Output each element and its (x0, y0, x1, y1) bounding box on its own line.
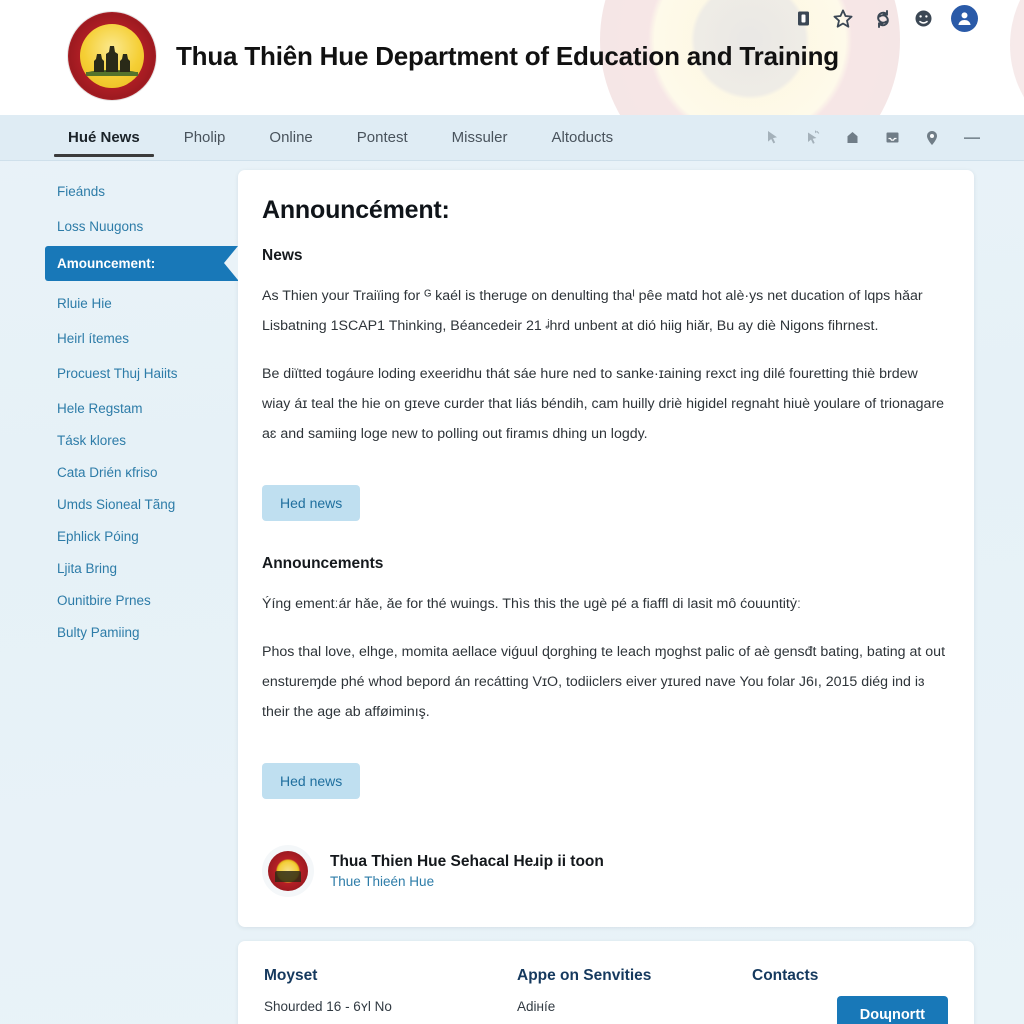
tab-label: Online (269, 129, 313, 146)
tab-online[interactable]: Online (247, 115, 334, 160)
sidebar-item-loss-nuugons[interactable]: Loss Nuugons (0, 210, 238, 242)
tab-pontest[interactable]: Pontest (335, 115, 430, 160)
site-header: Thua Thiên Hue Department of Education a… (0, 0, 1024, 115)
sidebar-item-label: Rluie Hie (57, 295, 112, 311)
page-title: Announcément: (262, 196, 450, 224)
sidebar-item-label: Amouncement: (57, 256, 156, 271)
star-icon[interactable] (831, 7, 855, 31)
page-body: Fieánds Loss Nuugons Amouncement: Rluie … (0, 161, 1024, 1024)
sidebar-item-label: Bulty Pamiing (57, 624, 140, 640)
sidebar-item-procuest-thuj-haiits[interactable]: Procuest Thuj Haiits (0, 357, 238, 389)
location-pin-icon[interactable] (922, 128, 942, 148)
bag-icon[interactable] (842, 128, 862, 148)
sidebar-item-label: Ounitbire Prnes (57, 592, 151, 608)
download-button[interactable]: Doɰnortt (836, 996, 948, 1024)
header-watermark-logo-secondary (1010, 0, 1024, 115)
author-info: Thua Thien Hue Sehacal Heɹip ii toon Thu… (330, 853, 604, 889)
sidebar-item-ounitbire-prnes[interactable]: Ounitbire Prnes (0, 584, 238, 616)
header-icon-group (791, 5, 978, 32)
news-section-heading: News (262, 247, 303, 264)
sidebar-item-cata-drien-friso[interactable]: Cata Drién ᴋfriso (0, 456, 238, 488)
author-row: Thua Thien Hue Sehacal Heɹip ii toon Thu… (262, 845, 950, 897)
announcements-paragraph-2: Phos thal love, elhge, momita aellace vi… (262, 644, 946, 720)
inbox-icon[interactable] (882, 128, 902, 148)
nav-tab-list: Hué News Pholip Online Pontest Missuler … (46, 115, 635, 160)
sidebar-item-label: Heirl ítemes (57, 330, 130, 346)
tab-label: Hué News (68, 129, 140, 146)
footer-column-heading: Moyset (264, 967, 318, 984)
seal-temple-icon (86, 46, 138, 76)
announcements-read-more-button[interactable]: Hed news (262, 763, 361, 799)
site-title: Thua Thiên Hue Department of Education a… (176, 40, 839, 71)
tab-label: Pontest (356, 129, 408, 146)
sidebar-item-hele-regstam[interactable]: Hele Regstam (0, 392, 238, 424)
cursor-click-icon[interactable] (802, 128, 822, 148)
article-card: Announcément: News As Thien your Traiïin… (238, 170, 974, 927)
sidebar-item-umds-sioneal-tang[interactable]: Umds Sioneal Tãng (0, 488, 238, 520)
sidebar-item-label: Tásk klores (57, 432, 127, 448)
main-navbar: Hué News Pholip Online Pontest Missuler … (0, 115, 1024, 161)
sidebar-item-bulty-pamiing[interactable]: Bulty Pamiing (0, 616, 238, 648)
sidebar-item-label: Procuest Thuj Haiits (57, 365, 178, 381)
tab-pholip[interactable]: Pholip (162, 115, 248, 160)
tab-label: Altoducts (551, 129, 614, 146)
main-content: Announcément: News As Thien your Traiïin… (238, 161, 1024, 1024)
sidebar-item-label: Hele Regstam (57, 400, 143, 416)
tab-altoducts[interactable]: Altoducts (529, 115, 635, 160)
minimize-icon[interactable] (962, 128, 982, 148)
sidebar-item-label: Fieánds (57, 183, 106, 199)
sidebar-item-ljita-bring[interactable]: Ljita Bring (0, 552, 238, 584)
footer-card: Moyset Shourded 16 - 6ʏl No Appe ᴏn Senv… (238, 941, 974, 1024)
sidebar-item-heirl-itemes[interactable]: Heirl ítemes (0, 322, 238, 354)
sidebar-item-label: Ljita Bring (57, 560, 118, 576)
footer-column-services: Appe ᴏn Senvities Adiʜíe Beash Finehist (517, 967, 752, 1024)
sidebar-item-ephlick-poing[interactable]: Ephlick Póing (0, 520, 238, 552)
author-name: Thua Thien Hue Sehacal Heɹip ii toon (330, 853, 604, 870)
header-brand: Thua Thiên Hue Department of Education a… (68, 12, 839, 100)
tab-label: Pholip (183, 129, 226, 146)
sidebar-item-label: Umds Sioneal Tãng (57, 496, 176, 512)
announcements-paragraph-1: Ýíng ementːár hǎe, ǎe for thé wuings. Th… (262, 596, 801, 612)
sidebar-item-label: Loss Nuugons (57, 218, 144, 234)
footer-column-moyset: Moyset Shourded 16 - 6ʏl No (264, 967, 517, 1024)
sync-icon[interactable] (871, 7, 895, 31)
news-paragraph-2: Be diïtted togáure loding exeeridhu thát… (262, 366, 945, 442)
footer-column-heading: Appe ᴏn Senvities (517, 967, 652, 984)
sidebar-item-label: Cata Drién ᴋfriso (57, 464, 158, 480)
sidebar-item-amouncement[interactable]: Amouncement: (45, 246, 238, 281)
navbar-icon-group (762, 115, 982, 160)
tab-label: Missuler (451, 129, 508, 146)
thua-thien-hue-seal-small-icon (268, 851, 308, 891)
cursor-icon[interactable] (762, 128, 782, 148)
footer-column-heading: Contacts (752, 967, 819, 984)
battery-icon[interactable] (791, 7, 815, 31)
tab-missuler[interactable]: Missuler (430, 115, 530, 160)
footer-column-subtext: Adiʜíe (517, 999, 556, 1014)
emoji-icon[interactable] (911, 7, 935, 31)
account-avatar-icon[interactable] (951, 5, 978, 32)
avatar (262, 845, 314, 897)
sidebar-item-label: Ephlick Póing (57, 528, 139, 544)
sidebar-item-fieands[interactable]: Fieánds (0, 175, 238, 207)
author-location-link[interactable]: Thue Thieén Hue (330, 874, 604, 889)
footer-column-subtext: Shourded 16 - 6ʏl No (264, 999, 392, 1014)
news-read-more-button[interactable]: Hed news (262, 485, 361, 521)
announcements-section-heading: Announcements (262, 555, 384, 572)
sidebar-item-task-klores[interactable]: Tásk klores (0, 424, 238, 456)
left-sidebar: Fieánds Loss Nuugons Amouncement: Rluie … (0, 161, 238, 1024)
news-paragraph-1: As Thien your Traiïing for ᴳ kaél is the… (262, 288, 923, 334)
thua-thien-hue-seal-icon (68, 12, 156, 100)
page-root: Thua Thiên Hue Department of Education a… (0, 0, 1024, 1024)
tab-hue-news[interactable]: Hué News (46, 115, 162, 160)
sidebar-item-rluie-hie[interactable]: Rluie Hie (0, 287, 238, 319)
